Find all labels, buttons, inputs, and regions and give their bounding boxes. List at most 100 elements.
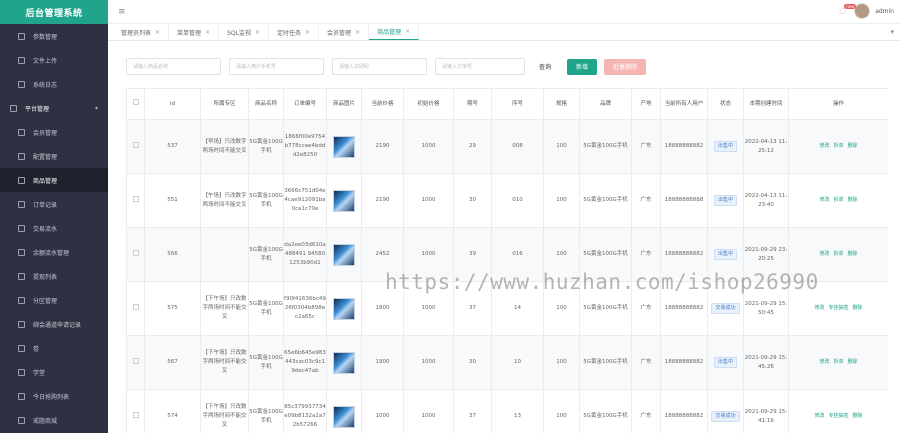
cell-zone: 【下午场】只改数字两场时间不能交叉: [200, 281, 249, 336]
cell-seq: 010: [491, 173, 544, 228]
row-action-link[interactable]: 删除: [848, 143, 858, 149]
row-actions-cell: 修改 拆单 删除: [788, 119, 888, 174]
tab-item[interactable]: 定时任务 ×: [269, 24, 320, 40]
row-checkbox[interactable]: [132, 303, 139, 310]
close-icon[interactable]: ×: [205, 29, 210, 36]
table-row[interactable]: 537 【早场】只改数字两场时间不能交叉 5G黄金100G手机 1866f00e975…: [126, 119, 888, 174]
user-phone-input[interactable]: 请输入用户手机号: [229, 58, 324, 75]
select-all-checkbox[interactable]: [132, 99, 139, 105]
sidebar-item[interactable]: 分区管理: [0, 288, 108, 312]
search-button[interactable]: 查询: [530, 58, 561, 75]
sidebar-item[interactable]: 绑会通道申请记录: [0, 312, 108, 336]
sidebar-item[interactable]: 卷: [0, 336, 108, 360]
product-image-cell: [326, 335, 362, 390]
sidebar-item[interactable]: 会员管理: [0, 120, 108, 144]
tab-label: 商品管理: [377, 29, 402, 36]
product-thumbnail[interactable]: [333, 189, 355, 212]
sidebar-item[interactable]: 平台管理 ▾: [0, 96, 108, 120]
user-name[interactable]: admin: [875, 8, 894, 15]
sidebar-item-label: 参数管理: [33, 33, 58, 41]
row-action-link[interactable]: 修改: [819, 143, 829, 149]
sidebar-item-label: 卷: [33, 345, 40, 353]
code-input[interactable]: 请输入识别码: [332, 58, 427, 75]
row-action-link[interactable]: 删除: [848, 359, 858, 365]
row-action-link[interactable]: 删除: [848, 197, 858, 203]
table-row[interactable]: 551 【午场】只改数字两场时间不能交叉 5G黄金100G手机 3666c751d04…: [126, 173, 888, 228]
row-action-link[interactable]: 删除: [853, 413, 863, 419]
batch-delete-button[interactable]: 批量删除: [604, 58, 647, 75]
sidebar-item-label: 戒脂商城: [33, 417, 58, 425]
sidebar-item[interactable]: 系统日志: [0, 72, 108, 96]
app-root: 后台管理系统 参数管理 文件上传 系统日志 平台管理 ▾ 会员管理 配置管理 商品管理 订单记录…: [0, 0, 900, 433]
menu-item-icon: [18, 296, 25, 304]
sidebar-item[interactable]: 交易流水: [0, 216, 108, 240]
row-action-link[interactable]: 删除: [848, 251, 858, 257]
sidebar-item-label: 绑会通道申请记录: [33, 321, 82, 329]
close-icon[interactable]: ×: [355, 29, 360, 36]
tab-scroll-icon[interactable]: ▾: [890, 28, 894, 36]
sidebar-item[interactable]: 配置管理: [0, 144, 108, 168]
close-icon[interactable]: ×: [255, 29, 260, 36]
table-row[interactable]: 574 【下午场】只改数字两场时间不能交叉 5G黄金100G手机 85c3799377…: [126, 389, 888, 433]
row-action-link[interactable]: 拆单: [833, 197, 843, 203]
notification-icon[interactable]: ◌ new: [839, 4, 857, 16]
row-action-link[interactable]: 专挂抽签: [828, 305, 848, 311]
menu-item-icon: [18, 80, 25, 88]
menu-toggle-icon[interactable]: ≡: [118, 7, 126, 17]
sidebar-item[interactable]: 参数管理: [0, 24, 108, 48]
cell-brand: 5G黄金100G手机: [579, 173, 632, 228]
tab-item[interactable]: 商品管理 ×: [369, 24, 420, 40]
tab-label: 定时任务: [277, 29, 302, 37]
product-thumbnail[interactable]: [333, 297, 355, 320]
product-image-cell: [326, 227, 362, 282]
tab-item[interactable]: 管理员列表 ×: [113, 24, 170, 40]
product-thumbnail[interactable]: [333, 243, 355, 266]
status-badge: 出售中: [713, 249, 737, 260]
tab-item[interactable]: SQL监视 ×: [219, 24, 269, 40]
sidebar-item[interactable]: 商品管理: [0, 168, 108, 192]
row-action-link[interactable]: 修改: [819, 251, 829, 257]
close-icon[interactable]: ×: [305, 29, 310, 36]
row-action-link[interactable]: 拆单: [833, 251, 843, 257]
cell-order: 1866f00e9754b778ccae4bddd2e8250: [283, 119, 327, 174]
add-button[interactable]: 新增: [567, 58, 598, 75]
row-action-link[interactable]: 修改: [814, 305, 824, 311]
sidebar-item[interactable]: 提现列表: [0, 264, 108, 288]
tab-item[interactable]: 会员管理 ×: [319, 24, 370, 40]
sidebar-item[interactable]: 学堂: [0, 360, 108, 384]
table-row[interactable]: 567 【下午场】只改数字两场时间不能交叉 5G黄金100G手机 65e6b645e9…: [126, 335, 888, 390]
row-action-link[interactable]: 专挂抽签: [828, 413, 848, 419]
product-thumbnail[interactable]: [333, 351, 355, 374]
row-action-link[interactable]: 拆单: [833, 359, 843, 365]
cell-period: 29: [453, 119, 492, 174]
order-input[interactable]: 请输入订单号: [435, 58, 525, 75]
row-action-link[interactable]: 修改: [814, 413, 824, 419]
tab-item[interactable]: 菜单管理 ×: [169, 24, 220, 40]
row-action-link[interactable]: 修改: [819, 197, 829, 203]
close-icon[interactable]: ×: [405, 28, 410, 35]
cell-brand: 5G黄金100G手机: [579, 335, 632, 390]
row-checkbox[interactable]: [132, 411, 139, 418]
cell-init: 1000: [403, 335, 454, 390]
row-checkbox[interactable]: [132, 249, 139, 256]
row-action-link[interactable]: 修改: [819, 359, 829, 365]
column-header: 订单编号: [283, 88, 327, 120]
row-checkbox[interactable]: [132, 195, 139, 202]
sidebar-item[interactable]: 文件上传: [0, 48, 108, 72]
row-action-link[interactable]: 删除: [853, 305, 863, 311]
sidebar-item[interactable]: 余额流水管理: [0, 240, 108, 264]
sidebar-item[interactable]: 戒脂商城: [0, 408, 108, 432]
cell-zone: 【下午场】只改数字两场时间不能交叉: [200, 335, 249, 390]
close-icon[interactable]: ×: [155, 29, 160, 36]
row-checkbox[interactable]: [132, 141, 139, 148]
sidebar-item[interactable]: 今日抢购列表: [0, 384, 108, 408]
row-checkbox[interactable]: [132, 357, 139, 364]
product-thumbnail[interactable]: [333, 135, 355, 158]
row-action-link[interactable]: 拆单: [833, 143, 843, 149]
avatar[interactable]: [854, 3, 871, 19]
product-name-input[interactable]: 请输入商品名称: [126, 58, 221, 75]
sidebar-item[interactable]: 订单记录: [0, 192, 108, 216]
product-thumbnail[interactable]: [333, 405, 355, 428]
product-image-cell: [326, 119, 362, 174]
header-user-area: ◌ new admin: [839, 3, 894, 19]
